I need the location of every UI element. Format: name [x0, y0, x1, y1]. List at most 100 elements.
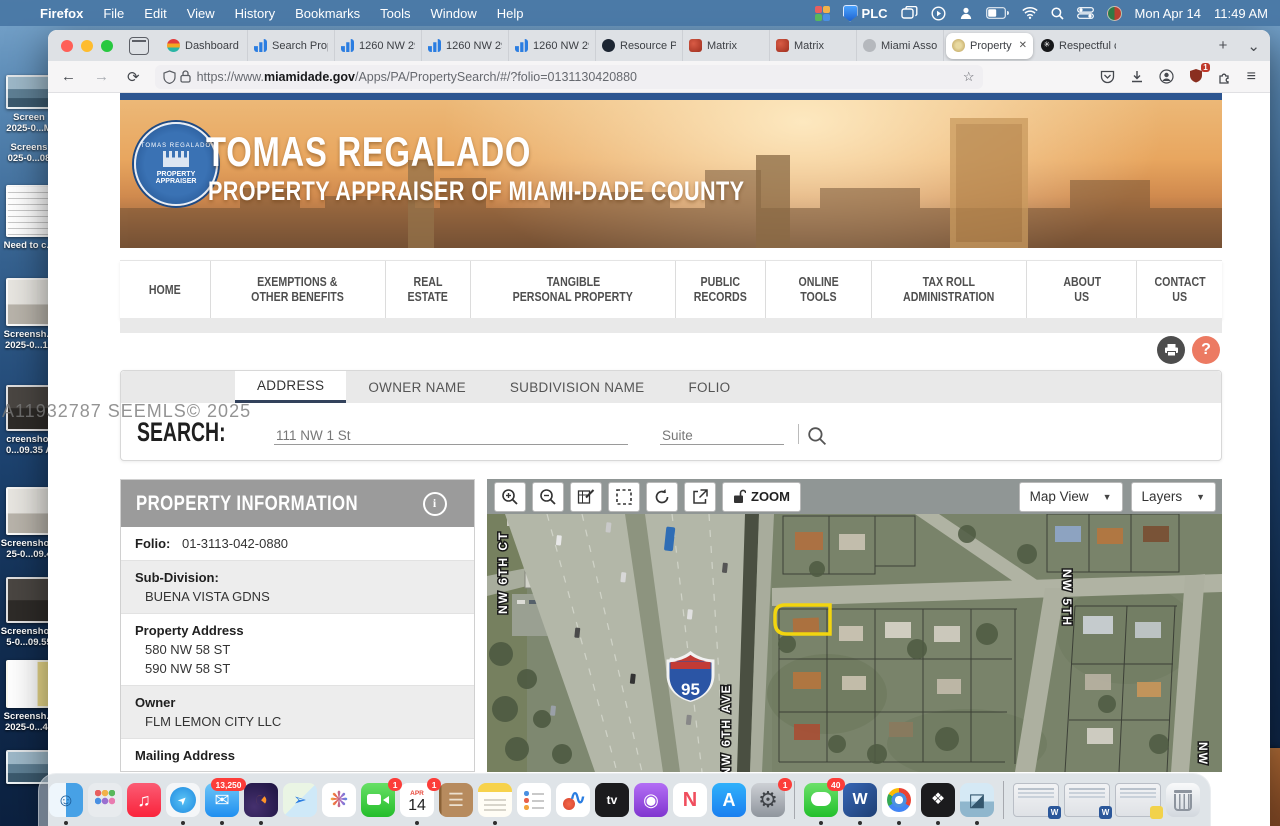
tab-1260-nw-29th-3[interactable]: 1260 NW 29th S — [509, 30, 596, 61]
tab-matrix-1[interactable]: Matrix — [683, 30, 770, 61]
close-tab-icon[interactable]: ✕ — [1017, 40, 1027, 51]
map-export-button[interactable] — [684, 482, 716, 512]
windows-copy-icon[interactable] — [901, 6, 918, 20]
url-bar[interactable]: https://www.miamidade.gov/Apps/PA/Proper… — [155, 65, 983, 89]
tracking-shield-icon[interactable] — [163, 70, 176, 84]
menubar-time[interactable]: 11:49 AM — [1214, 6, 1268, 21]
print-button[interactable] — [1157, 336, 1185, 364]
dock-contacts[interactable]: ☰ — [439, 783, 473, 817]
dock-system-settings[interactable]: ⚙1 — [751, 783, 785, 817]
extension-icon[interactable] — [1218, 70, 1232, 84]
tab-subdivision-name[interactable]: SUBDIVISION NAME — [488, 371, 667, 403]
downloads-icon[interactable] — [1130, 70, 1144, 84]
nav-real-estate[interactable]: REALESTATE — [386, 261, 472, 319]
property-address-2[interactable]: 590 NW 58 ST — [135, 657, 460, 676]
dock-appstore[interactable]: A — [712, 783, 746, 817]
dock-dropbox[interactable]: ❖ — [921, 783, 955, 817]
aerial-map[interactable]: 95 NW 6TH CT NW 6TH AVE NW 5TH NW — [487, 514, 1222, 772]
dock-facetime[interactable]: 1 — [361, 783, 395, 817]
lock-icon[interactable] — [180, 70, 191, 83]
nav-tax-roll[interactable]: TAX ROLLADMINISTRATION — [872, 261, 1027, 319]
layers-dropdown[interactable]: Layers▼ — [1131, 482, 1216, 512]
dock-photos[interactable] — [322, 783, 356, 817]
menu-file[interactable]: File — [93, 6, 134, 21]
dock-freeform[interactable] — [556, 783, 590, 817]
bookmark-star-icon[interactable]: ☆ — [963, 69, 975, 85]
nav-home[interactable]: HOME — [120, 261, 211, 319]
menu-edit[interactable]: Edit — [134, 6, 176, 21]
nav-about-us[interactable]: ABOUTUS — [1027, 261, 1137, 319]
dock-safari[interactable] — [166, 783, 200, 817]
plc-shield-menu-item[interactable]: PLC — [843, 5, 888, 22]
control-center-icon[interactable] — [1077, 7, 1094, 19]
menu-view[interactable]: View — [177, 6, 225, 21]
dock-maps[interactable] — [283, 783, 317, 817]
tab-search-properties[interactable]: Search Properti — [248, 30, 335, 61]
wifi-icon[interactable] — [1022, 7, 1038, 19]
dock-firefox[interactable] — [244, 783, 278, 817]
dock-mail[interactable]: ✉13,250 — [205, 783, 239, 817]
dock-minimized-window-3[interactable] — [1115, 783, 1161, 817]
property-address-1[interactable]: 580 NW 58 ST — [135, 638, 460, 657]
battery-icon[interactable] — [986, 7, 1009, 19]
tab-matrix-2[interactable]: Matrix — [770, 30, 857, 61]
minimize-window-button[interactable] — [81, 40, 93, 52]
address-search-input[interactable] — [274, 427, 628, 445]
pocket-icon[interactable] — [1100, 70, 1115, 84]
map-sketch-button[interactable] — [570, 482, 602, 512]
nav-public-records[interactable]: PUBLICRECORDS — [676, 261, 767, 319]
menu-window[interactable]: Window — [421, 6, 487, 21]
dock-trash[interactable] — [1166, 783, 1200, 817]
suite-input[interactable] — [660, 427, 784, 445]
tab-1260-nw-29th-1[interactable]: 1260 NW 29th S — [335, 30, 422, 61]
dock-minimized-window-2[interactable] — [1064, 783, 1110, 817]
dock-launchpad[interactable] — [88, 783, 122, 817]
help-button[interactable]: ? — [1192, 336, 1220, 364]
back-button[interactable]: ← — [52, 68, 85, 85]
nav-tangible-personal-property[interactable]: TANGIBLEPERSONAL PROPERTY — [471, 261, 676, 319]
fullscreen-window-button[interactable] — [101, 40, 113, 52]
menu-tools[interactable]: Tools — [370, 6, 420, 21]
menubar-date[interactable]: Mon Apr 14 — [1135, 6, 1202, 21]
dock-chrome[interactable] — [882, 783, 916, 817]
reload-button[interactable]: ⟳ — [118, 68, 149, 86]
account-icon[interactable] — [1159, 69, 1174, 84]
menu-firefox[interactable]: Firefox — [30, 6, 93, 21]
menu-help[interactable]: Help — [487, 6, 534, 21]
new-tab-button[interactable]: + — [1209, 37, 1238, 54]
dock-news[interactable]: N — [673, 783, 707, 817]
ublock-extension-icon[interactable]: 1 — [1189, 68, 1203, 86]
nav-online-tools[interactable]: ONLINETOOLS — [766, 261, 871, 319]
map-reset-rotation-button[interactable] — [646, 482, 678, 512]
dock-reminders[interactable] — [517, 783, 551, 817]
menu-bookmarks[interactable]: Bookmarks — [285, 6, 370, 21]
dock-podcasts[interactable]: ◉ — [634, 783, 668, 817]
dock-word[interactable]: W — [843, 783, 877, 817]
tab-property-search-active[interactable]: Property Sea✕ — [946, 33, 1033, 59]
tab-owner-name[interactable]: OWNER NAME — [346, 371, 488, 403]
dock-finder[interactable]: ☺ — [49, 783, 83, 817]
tab-dashboard[interactable]: Dashboard - Fol — [161, 30, 248, 61]
dock-messages[interactable]: 40 — [804, 783, 838, 817]
info-icon[interactable]: i — [423, 492, 447, 516]
tab-list-dropdown-button[interactable]: ⌄ — [1237, 37, 1270, 55]
dock-appletv[interactable]: tv — [595, 783, 629, 817]
map-zoom-out-button[interactable] — [532, 482, 564, 512]
close-window-button[interactable] — [61, 40, 73, 52]
dock-music[interactable]: ♫ — [127, 783, 161, 817]
play-circle-icon[interactable] — [931, 6, 946, 21]
tab-folio[interactable]: FOLIO — [666, 371, 752, 403]
dock-minimized-window-1[interactable] — [1013, 783, 1059, 817]
nav-exemptions[interactable]: EXEMPTIONS &OTHER BENEFITS — [211, 261, 386, 319]
dock-calendar[interactable]: APR141 — [400, 783, 434, 817]
app-menu-hamburger-icon[interactable]: ≡ — [1247, 68, 1256, 86]
nav-contact-us[interactable]: CONTACTUS — [1137, 261, 1222, 319]
tab-respectful-conv[interactable]: Respectful conv — [1035, 30, 1122, 61]
fast-user-switch-icon[interactable] — [959, 6, 973, 20]
search-submit-icon[interactable] — [807, 426, 827, 446]
spotlight-search-icon[interactable] — [1051, 7, 1064, 20]
map-view-dropdown[interactable]: Map View▼ — [1019, 482, 1123, 512]
tab-miami-association[interactable]: Miami Associati — [857, 30, 944, 61]
dock-notes[interactable] — [478, 783, 512, 817]
map-select-extent-button[interactable] — [608, 482, 640, 512]
